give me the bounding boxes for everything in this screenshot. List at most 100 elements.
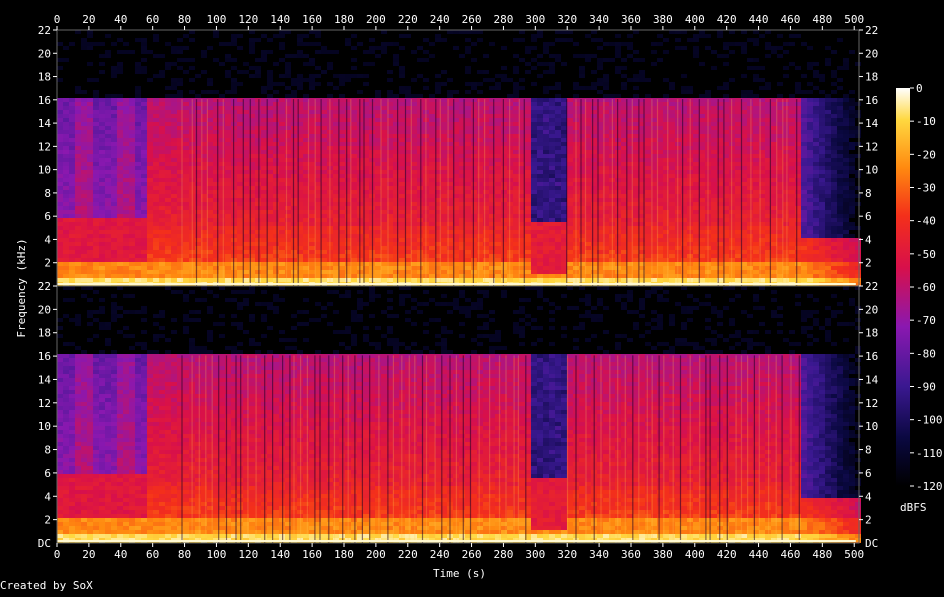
x-tick-label-top: 300 xyxy=(525,13,545,26)
x-tick-label-top: 440 xyxy=(749,13,769,26)
x-tick-label-top: 360 xyxy=(621,13,641,26)
x-tick-label-bottom: 80 xyxy=(178,548,191,561)
x-tick-label-top: 460 xyxy=(781,13,801,26)
x-tick-label-top: 400 xyxy=(685,13,705,26)
x-tick-label-top: 140 xyxy=(270,13,290,26)
colorbar-tick-label: -50 xyxy=(916,248,936,261)
x-tick-label-bottom: 200 xyxy=(366,548,386,561)
y-tick-label-right: 10 xyxy=(865,164,878,177)
channel-2-dc-line xyxy=(57,540,856,542)
y-axis-label: Frequency (kHz) xyxy=(16,238,28,338)
x-tick-label-top: 220 xyxy=(398,13,418,26)
spectrogram-svg: 0020204040606080801001001201201401401601… xyxy=(0,0,944,593)
y-tick-label-left: 10 xyxy=(38,164,51,177)
x-tick-label-bottom: 20 xyxy=(82,548,95,561)
y-tick-label-right: 8 xyxy=(865,444,872,457)
x-tick-label-bottom: 360 xyxy=(621,548,641,561)
y-tick-label-left: 14 xyxy=(38,117,52,130)
y-tick-label-right: 22 xyxy=(865,280,878,293)
x-tick-label-bottom: 120 xyxy=(238,548,258,561)
x-tick-label-bottom: 220 xyxy=(398,548,418,561)
dc-label-left: DC xyxy=(38,537,51,550)
y-tick-label-right: 16 xyxy=(865,350,878,363)
colorbar-tick-label: -100 xyxy=(916,414,943,427)
y-tick-label-right: 4 xyxy=(865,233,872,246)
y-tick-label-left: 18 xyxy=(38,71,51,84)
y-tick-label-right: 2 xyxy=(865,514,872,527)
y-tick-label-left: 18 xyxy=(38,327,51,340)
x-tick-label-top: 100 xyxy=(207,13,227,26)
y-tick-label-left: 4 xyxy=(44,490,51,503)
y-tick-label-left: 8 xyxy=(44,187,51,200)
x-tick-label-bottom: 400 xyxy=(685,548,705,561)
y-tick-label-right: 10 xyxy=(865,420,878,433)
x-tick-label-top: 260 xyxy=(462,13,482,26)
spectrogram-figure: 0020204040606080801001001201201401401601… xyxy=(0,0,944,593)
y-tick-label-right: 12 xyxy=(865,397,878,410)
x-tick-label-bottom: 180 xyxy=(334,548,354,561)
y-tick-label-left: 14 xyxy=(38,373,52,386)
y-tick-label-right: 16 xyxy=(865,94,878,107)
y-tick-label-right: 6 xyxy=(865,210,872,223)
x-tick-label-bottom: 100 xyxy=(207,548,227,561)
colorbar-tick-label: -60 xyxy=(916,281,936,294)
colorbar-tick-label: -70 xyxy=(916,314,936,327)
x-tick-label-bottom: 240 xyxy=(430,548,450,561)
x-tick-label-bottom: 320 xyxy=(557,548,577,561)
y-tick-label-right: 2 xyxy=(865,257,872,270)
y-tick-label-left: 22 xyxy=(38,24,51,37)
x-tick-label-top: 320 xyxy=(557,13,577,26)
x-tick-label-bottom: 340 xyxy=(589,548,609,561)
x-tick-label-top: 160 xyxy=(302,13,322,26)
footer-credit: Created by SoX xyxy=(0,580,93,592)
x-tick-label-bottom: 420 xyxy=(717,548,737,561)
x-tick-label-bottom: 460 xyxy=(781,548,801,561)
x-tick-label-bottom: 440 xyxy=(749,548,769,561)
y-tick-label-left: 12 xyxy=(38,397,51,410)
x-tick-label-bottom: 480 xyxy=(812,548,832,561)
y-tick-label-left: 22 xyxy=(38,280,51,293)
y-tick-label-right: 12 xyxy=(865,140,878,153)
x-tick-label-bottom: 140 xyxy=(270,548,290,561)
x-tick-label-top: 200 xyxy=(366,13,386,26)
y-tick-label-right: 6 xyxy=(865,467,872,480)
y-tick-label-left: 4 xyxy=(44,233,51,246)
x-tick-label-bottom: 380 xyxy=(653,548,673,561)
y-tick-label-right: 20 xyxy=(865,47,878,60)
y-tick-label-right: 14 xyxy=(865,117,879,130)
x-tick-label-top: 480 xyxy=(812,13,832,26)
x-tick-label-bottom: 280 xyxy=(494,548,514,561)
colorbar-label: dBFS xyxy=(900,502,927,514)
x-tick-label-bottom: 500 xyxy=(844,548,864,561)
y-tick-label-left: 16 xyxy=(38,94,51,107)
x-axis-label: Time (s) xyxy=(433,568,486,580)
y-tick-label-left: 2 xyxy=(44,514,51,527)
y-tick-label-right: 4 xyxy=(865,490,872,503)
x-tick-label-bottom: 0 xyxy=(54,548,61,561)
y-tick-label-right: 22 xyxy=(865,24,878,37)
y-tick-label-left: 8 xyxy=(44,444,51,457)
y-tick-label-left: 12 xyxy=(38,140,51,153)
colorbar xyxy=(896,88,910,486)
y-tick-label-right: 20 xyxy=(865,303,878,316)
x-tick-label-top: 280 xyxy=(494,13,514,26)
x-tick-label-top: 380 xyxy=(653,13,673,26)
x-tick-label-bottom: 60 xyxy=(146,548,159,561)
y-tick-label-right: 14 xyxy=(865,373,879,386)
x-tick-label-top: 40 xyxy=(114,13,127,26)
colorbar-tick-label: -80 xyxy=(916,347,936,360)
colorbar-tick-label: -110 xyxy=(916,447,943,460)
x-tick-label-top: 80 xyxy=(178,13,191,26)
y-tick-label-left: 10 xyxy=(38,420,51,433)
x-tick-label-top: 120 xyxy=(238,13,258,26)
y-tick-label-left: 6 xyxy=(44,467,51,480)
colorbar-tick-label: -20 xyxy=(916,148,936,161)
y-tick-label-left: 20 xyxy=(38,303,51,316)
colorbar-tick-label: -120 xyxy=(916,480,943,493)
y-tick-label-left: 16 xyxy=(38,350,51,363)
colorbar-tick-label: -40 xyxy=(916,215,936,228)
x-tick-label-bottom: 260 xyxy=(462,548,482,561)
colorbar-tick-label: -30 xyxy=(916,182,936,195)
x-tick-label-bottom: 160 xyxy=(302,548,322,561)
y-tick-label-left: 6 xyxy=(44,210,51,223)
